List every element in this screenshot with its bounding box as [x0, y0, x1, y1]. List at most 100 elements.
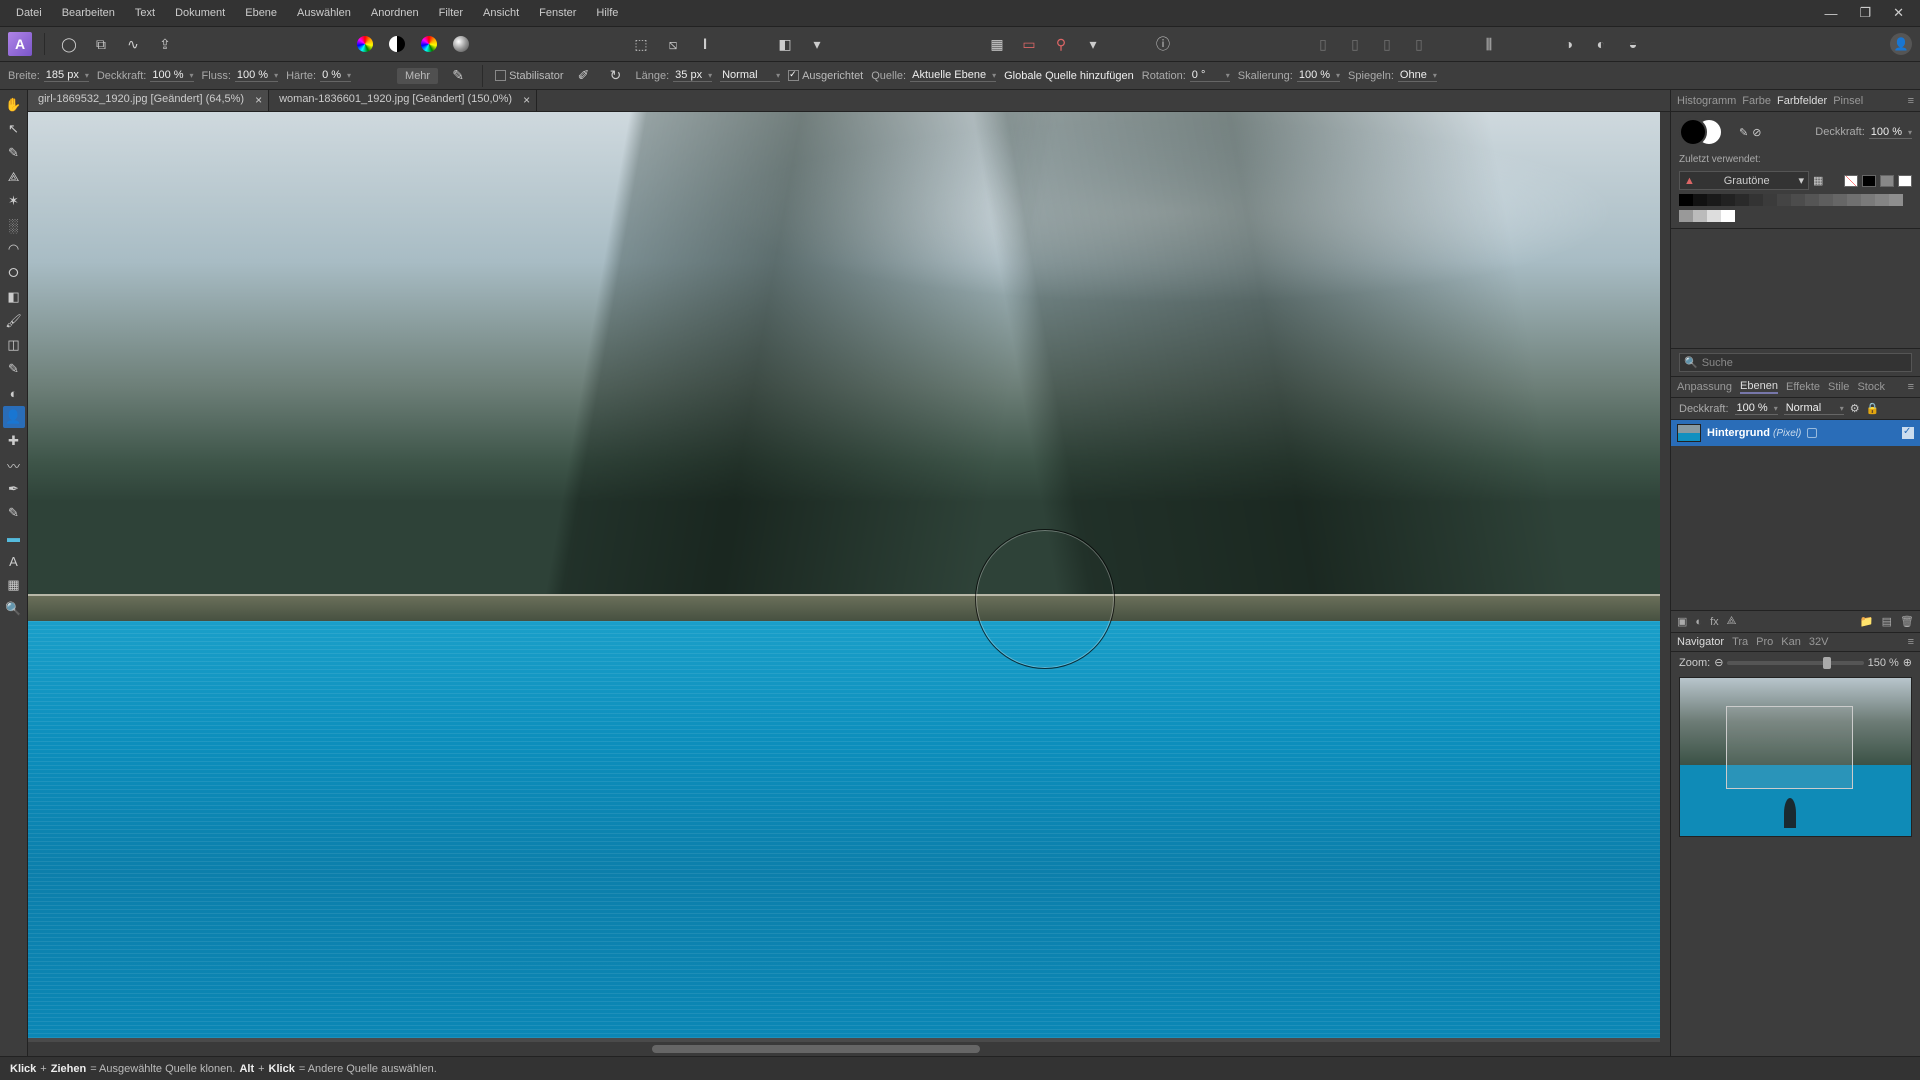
menu-layer[interactable]: Ebene: [235, 3, 287, 23]
tab-32bit[interactable]: 32V: [1809, 636, 1829, 648]
tab-brushes[interactable]: Pinsel: [1833, 95, 1863, 107]
freehand-tool-icon[interactable]: ◠: [3, 238, 25, 260]
text-tool-icon[interactable]: A: [3, 550, 25, 572]
mesh-tool-icon[interactable]: ▦: [3, 574, 25, 596]
foreground-background-colors[interactable]: [1679, 118, 1723, 146]
more-button[interactable]: Mehr: [397, 68, 438, 84]
subtract-icon[interactable]: ◐: [1589, 32, 1613, 56]
combine-icon[interactable]: ◑: [1557, 32, 1581, 56]
black-swatch-icon[interactable]: [1862, 175, 1876, 187]
navigator-view-rect[interactable]: [1726, 706, 1853, 788]
menu-view[interactable]: Ansicht: [473, 3, 529, 23]
gradient-tool-icon[interactable]: ◧: [3, 286, 25, 308]
hand-tool-icon[interactable]: ✋: [3, 94, 25, 116]
swatch[interactable]: [1791, 194, 1805, 206]
hue-icon[interactable]: [417, 32, 441, 56]
align-center-icon[interactable]: ▯: [1343, 32, 1367, 56]
swatch[interactable]: [1679, 210, 1693, 222]
tab-histogram[interactable]: Histogramm: [1677, 95, 1736, 107]
export-persona-icon[interactable]: ⇪: [153, 32, 177, 56]
swatch[interactable]: [1721, 210, 1735, 222]
minimize-icon[interactable]: —: [1818, 4, 1843, 23]
tab-navigator[interactable]: Navigator: [1677, 636, 1724, 648]
swatch[interactable]: [1693, 210, 1707, 222]
panel-menu-icon[interactable]: ≡: [1908, 95, 1914, 107]
zoom-slider[interactable]: [1727, 661, 1863, 665]
menu-document[interactable]: Dokument: [165, 3, 235, 23]
snap-icon[interactable]: ▭: [1017, 32, 1041, 56]
crop-tool-icon[interactable]: ⟁: [3, 166, 25, 188]
layer-visibility-checkbox[interactable]: [1902, 427, 1914, 439]
mirror-select[interactable]: Ohne: [1398, 69, 1437, 82]
move-tool-icon[interactable]: ↖: [3, 118, 25, 140]
zoom-out-icon[interactable]: ⊖: [1714, 656, 1723, 669]
selection-brush-tool-icon[interactable]: ✶: [3, 190, 25, 212]
tab-swatches[interactable]: Farbfelder: [1777, 95, 1827, 107]
magnet-icon[interactable]: ⚲: [1049, 32, 1073, 56]
menu-filter[interactable]: Filter: [429, 3, 473, 23]
intersect-icon[interactable]: ◒: [1621, 32, 1645, 56]
canvas-viewport[interactable]: [28, 112, 1670, 1056]
layer-group-icon[interactable]: 📁: [1860, 615, 1874, 628]
eyedropper-icon[interactable]: ✎: [1739, 126, 1748, 139]
source-select[interactable]: Aktuelle Ebene: [910, 69, 996, 82]
develop-persona-icon[interactable]: ∿: [121, 32, 145, 56]
healing-tool-icon[interactable]: ✚: [3, 430, 25, 452]
soft-proof-icon[interactable]: [449, 32, 473, 56]
blend-mode-select[interactable]: Normal: [720, 69, 780, 82]
layer-delete-icon[interactable]: 🗑: [1900, 615, 1914, 628]
layer-lock-icon[interactable]: [1807, 428, 1817, 438]
document-tab-2[interactable]: woman-1836601_1920.jpg [Geändert] (150,0…: [269, 90, 537, 111]
horizontal-scrollbar[interactable]: [28, 1042, 1670, 1056]
tab-styles[interactable]: Stile: [1828, 381, 1849, 393]
paint-brush-tool-icon[interactable]: 🖌: [3, 310, 25, 332]
align-left-icon[interactable]: ▯: [1311, 32, 1335, 56]
marquee-tool-icon[interactable]: ░: [3, 214, 25, 236]
search-input[interactable]: 🔍 Suche: [1679, 353, 1912, 372]
smudge-tool-icon[interactable]: 〰: [3, 454, 25, 476]
close-icon[interactable]: ✕: [1887, 3, 1910, 23]
tab-layers[interactable]: Ebenen: [1740, 380, 1778, 394]
white-swatch-icon[interactable]: [1898, 175, 1912, 187]
selection-icon[interactable]: ⬚: [629, 32, 653, 56]
no-fill-swatch-icon[interactable]: [1844, 175, 1858, 187]
close-tab-icon[interactable]: ×: [523, 93, 530, 107]
length-field[interactable]: 35 px: [673, 69, 712, 82]
gear-icon[interactable]: ⚙: [1850, 402, 1860, 415]
menu-file[interactable]: Datei: [6, 3, 52, 23]
layer-mask-icon[interactable]: ▣: [1677, 615, 1687, 628]
align-top-icon[interactable]: ▯: [1407, 32, 1431, 56]
zoom-value[interactable]: 150 %: [1868, 657, 1899, 669]
rope-icon[interactable]: ✐: [572, 64, 596, 88]
swatch-opacity-field[interactable]: 100 %: [1869, 126, 1912, 139]
tab-adjustment[interactable]: Anpassung: [1677, 381, 1732, 393]
panel-menu-icon[interactable]: ≡: [1908, 636, 1914, 648]
zoom-slider-knob[interactable]: [1823, 657, 1831, 669]
layer-thumbnail[interactable]: [1677, 424, 1701, 442]
swatch[interactable]: [1763, 194, 1777, 206]
layer-add-icon[interactable]: ▤: [1882, 615, 1892, 628]
swatch[interactable]: [1721, 194, 1735, 206]
close-tab-icon[interactable]: ×: [255, 93, 262, 107]
clone-tool-icon[interactable]: ✎: [3, 358, 25, 380]
maximize-icon[interactable]: ❐: [1853, 3, 1877, 23]
account-icon[interactable]: 👤: [1890, 33, 1912, 55]
shape-tool-icon[interactable]: ▬: [3, 526, 25, 548]
tab-stock[interactable]: Stock: [1857, 381, 1885, 393]
swatch[interactable]: [1875, 194, 1889, 206]
zoom-tool-icon[interactable]: 🔍: [3, 598, 25, 620]
swatch[interactable]: [1777, 194, 1791, 206]
width-field[interactable]: 185 px: [44, 69, 89, 82]
swatch[interactable]: [1861, 194, 1875, 206]
opacity-field[interactable]: 100 %: [150, 69, 193, 82]
stabilizer-checkbox[interactable]: [495, 70, 506, 81]
menu-select[interactable]: Auswählen: [287, 3, 361, 23]
document-tab-1[interactable]: girl-1869532_1920.jpg [Geändert] (64,5%)…: [28, 90, 269, 111]
swatch[interactable]: [1679, 194, 1693, 206]
menu-window[interactable]: Fenster: [529, 3, 586, 23]
color-wheel-icon[interactable]: [353, 32, 377, 56]
scale-field[interactable]: 100 %: [1297, 69, 1340, 82]
tab-channels[interactable]: Kan: [1781, 636, 1801, 648]
swatch[interactable]: [1889, 194, 1903, 206]
foreground-color-icon[interactable]: [1679, 118, 1707, 146]
